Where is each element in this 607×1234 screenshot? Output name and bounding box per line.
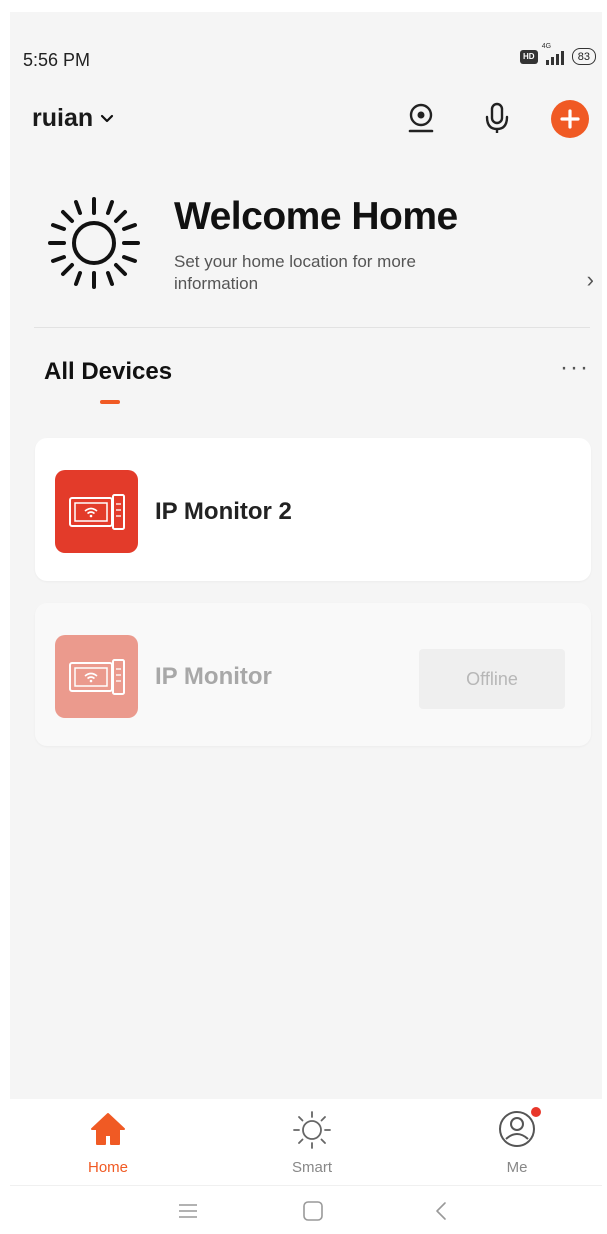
device-card[interactable]: IP Monitor Offline — [35, 603, 591, 746]
ip-monitor-icon — [55, 635, 138, 718]
tab-all-devices[interactable]: All Devices — [44, 358, 172, 386]
home-icon — [86, 1107, 130, 1151]
device-name: IP Monitor 2 — [155, 498, 292, 525]
hd-badge: HD — [519, 49, 538, 64]
signal-icon: 4G — [542, 43, 564, 65]
sun-icon — [290, 1107, 334, 1151]
divider — [34, 327, 590, 328]
network-label: 4G — [541, 42, 552, 50]
battery-indicator: 83 — [571, 48, 596, 65]
add-device-button[interactable] — [551, 100, 589, 138]
notification-dot — [531, 1107, 541, 1117]
welcome-title: Welcome Home — [174, 195, 458, 238]
home-name: ruian — [32, 104, 94, 132]
tab-me[interactable]: Me — [467, 1107, 567, 1183]
home-selector[interactable]: ruian — [32, 104, 115, 133]
back-icon[interactable] — [426, 1198, 456, 1224]
tab-home[interactable]: Home — [58, 1107, 158, 1183]
device-card[interactable]: IP Monitor 2 — [35, 438, 591, 581]
tab-smart[interactable]: Smart — [262, 1107, 362, 1183]
active-tab-indicator — [100, 400, 120, 404]
camera-icon[interactable] — [403, 100, 439, 136]
user-icon — [495, 1107, 541, 1151]
app-screen: 5:56 PM HD 4G 83 ruian Welcome Home Set … — [10, 12, 602, 1234]
welcome-subtitle: Set your home location for more informat… — [174, 252, 416, 293]
status-time: 5:56 PM — [23, 50, 91, 70]
status-bar: 5:56 PM HD 4G 83 — [10, 12, 602, 92]
chevron-down-icon — [101, 114, 114, 122]
chevron-right-icon: › — [586, 267, 594, 292]
tab-label: Me — [506, 1159, 528, 1176]
offline-status-badge: Offline — [419, 649, 565, 709]
microphone-icon[interactable] — [479, 100, 515, 136]
battery-level: 83 — [577, 50, 590, 63]
home-square-icon[interactable] — [298, 1198, 328, 1224]
welcome-banner[interactable]: Welcome Home Set your home location for … — [34, 187, 594, 307]
more-options-icon[interactable]: ··· — [560, 354, 590, 382]
tab-label: Smart — [291, 1159, 332, 1176]
plus-icon — [560, 109, 580, 129]
sun-icon — [48, 197, 140, 289]
status-icons: HD 4G 83 — [519, 43, 596, 65]
header: ruian — [10, 92, 602, 152]
menu-icon[interactable] — [173, 1198, 203, 1224]
tab-label: Home — [87, 1159, 128, 1176]
device-name: IP Monitor — [155, 663, 272, 690]
bottom-tab-bar: Home Smart Me — [10, 1099, 602, 1185]
system-navigation-bar — [10, 1185, 602, 1234]
ip-monitor-icon — [55, 470, 138, 553]
